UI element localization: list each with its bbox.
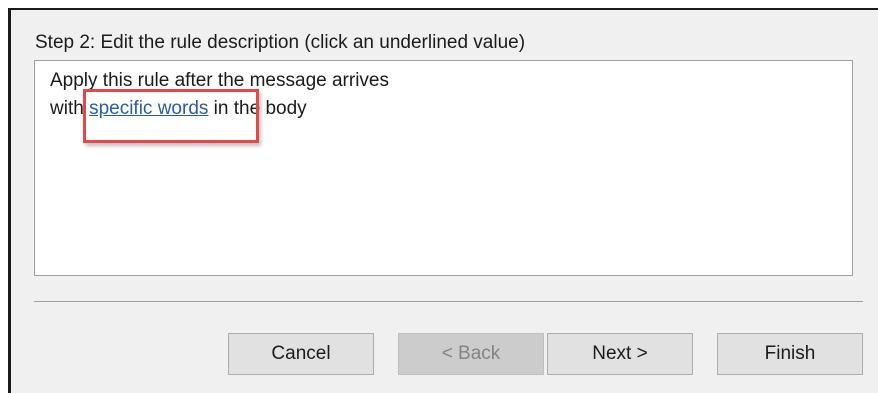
separator-line: [34, 301, 863, 302]
rule-description-line-1: Apply this rule after the message arrive…: [50, 70, 389, 91]
rule-condition-prefix: with: [50, 98, 90, 119]
rule-description-line-2: with specific words in the body: [50, 98, 307, 120]
step-label: Step 2: Edit the rule description (click…: [35, 32, 526, 53]
rules-wizard-dialog: Step 2: Edit the rule description (click…: [0, 0, 878, 393]
cancel-button[interactable]: Cancel: [228, 333, 374, 375]
back-button: < Back: [398, 333, 544, 375]
finish-button[interactable]: Finish: [717, 333, 863, 375]
rule-condition-suffix: in the body: [208, 98, 307, 119]
specific-words-link[interactable]: specific words: [89, 98, 208, 119]
next-button[interactable]: Next >: [547, 333, 693, 375]
rule-description-box: [34, 60, 853, 276]
